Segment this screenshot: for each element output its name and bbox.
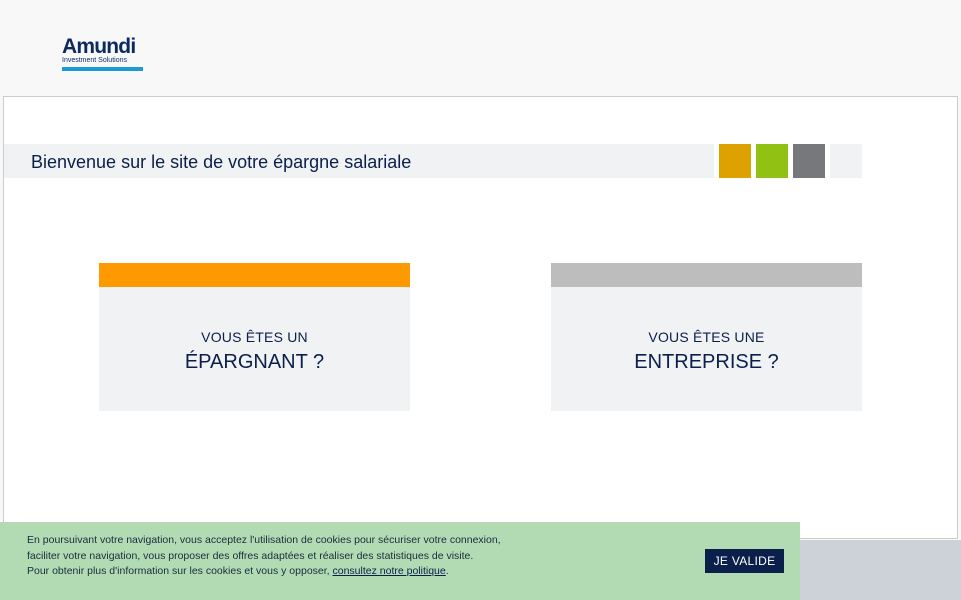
page-title: Bienvenue sur le site de votre épargne s…: [31, 152, 412, 172]
amundi-logo[interactable]: Amundi Investment Solutions: [62, 36, 144, 74]
logo-wordmark: Amundi: [62, 35, 136, 58]
main-panel: Bienvenue sur le site de votre épargne s…: [3, 96, 958, 539]
company-card-subtitle: VOUS ÊTES UNE: [648, 329, 765, 345]
cookie-notice-line-2: faciliter votre navigation, vous propose…: [27, 549, 474, 562]
company-card-title: ENTREPRISE ?: [634, 351, 779, 373]
cookie-notice-text: En poursuivant votre navigation, vous ac…: [27, 533, 587, 580]
cookie-notice-line-3: Pour obtenir plus d'information sur les …: [27, 565, 333, 577]
saver-card-accent-bar: [99, 263, 410, 287]
cookie-banner: En poursuivant votre navigation, vous ac…: [0, 522, 800, 600]
decor-square-gray: [793, 144, 825, 178]
decor-square-green: [756, 144, 788, 178]
saver-card-subtitle: VOUS ÊTES UN: [201, 329, 308, 345]
cookie-notice-period: .: [445, 565, 449, 577]
saver-card-title: ÉPARGNANT ?: [184, 351, 325, 373]
cookie-policy-link[interactable]: consultez notre politique: [333, 565, 446, 577]
band-separator: [825, 144, 830, 178]
cookie-notice-line-1: En poursuivant votre navigation, vous ac…: [27, 534, 501, 546]
company-card[interactable]: VOUS ÊTES UNE ENTREPRISE ?: [551, 263, 862, 411]
accept-cookies-button[interactable]: JE VALIDE: [705, 549, 784, 573]
logo-subtitle: Investment Solutions: [62, 57, 127, 64]
decor-square-gold: [719, 144, 751, 178]
welcome-band: Bienvenue sur le site de votre épargne s…: [4, 144, 862, 178]
company-card-accent-bar: [551, 263, 862, 287]
saver-card[interactable]: VOUS ÊTES UN ÉPARGNANT ?: [99, 263, 410, 411]
logo-underline-bar: [62, 67, 143, 71]
